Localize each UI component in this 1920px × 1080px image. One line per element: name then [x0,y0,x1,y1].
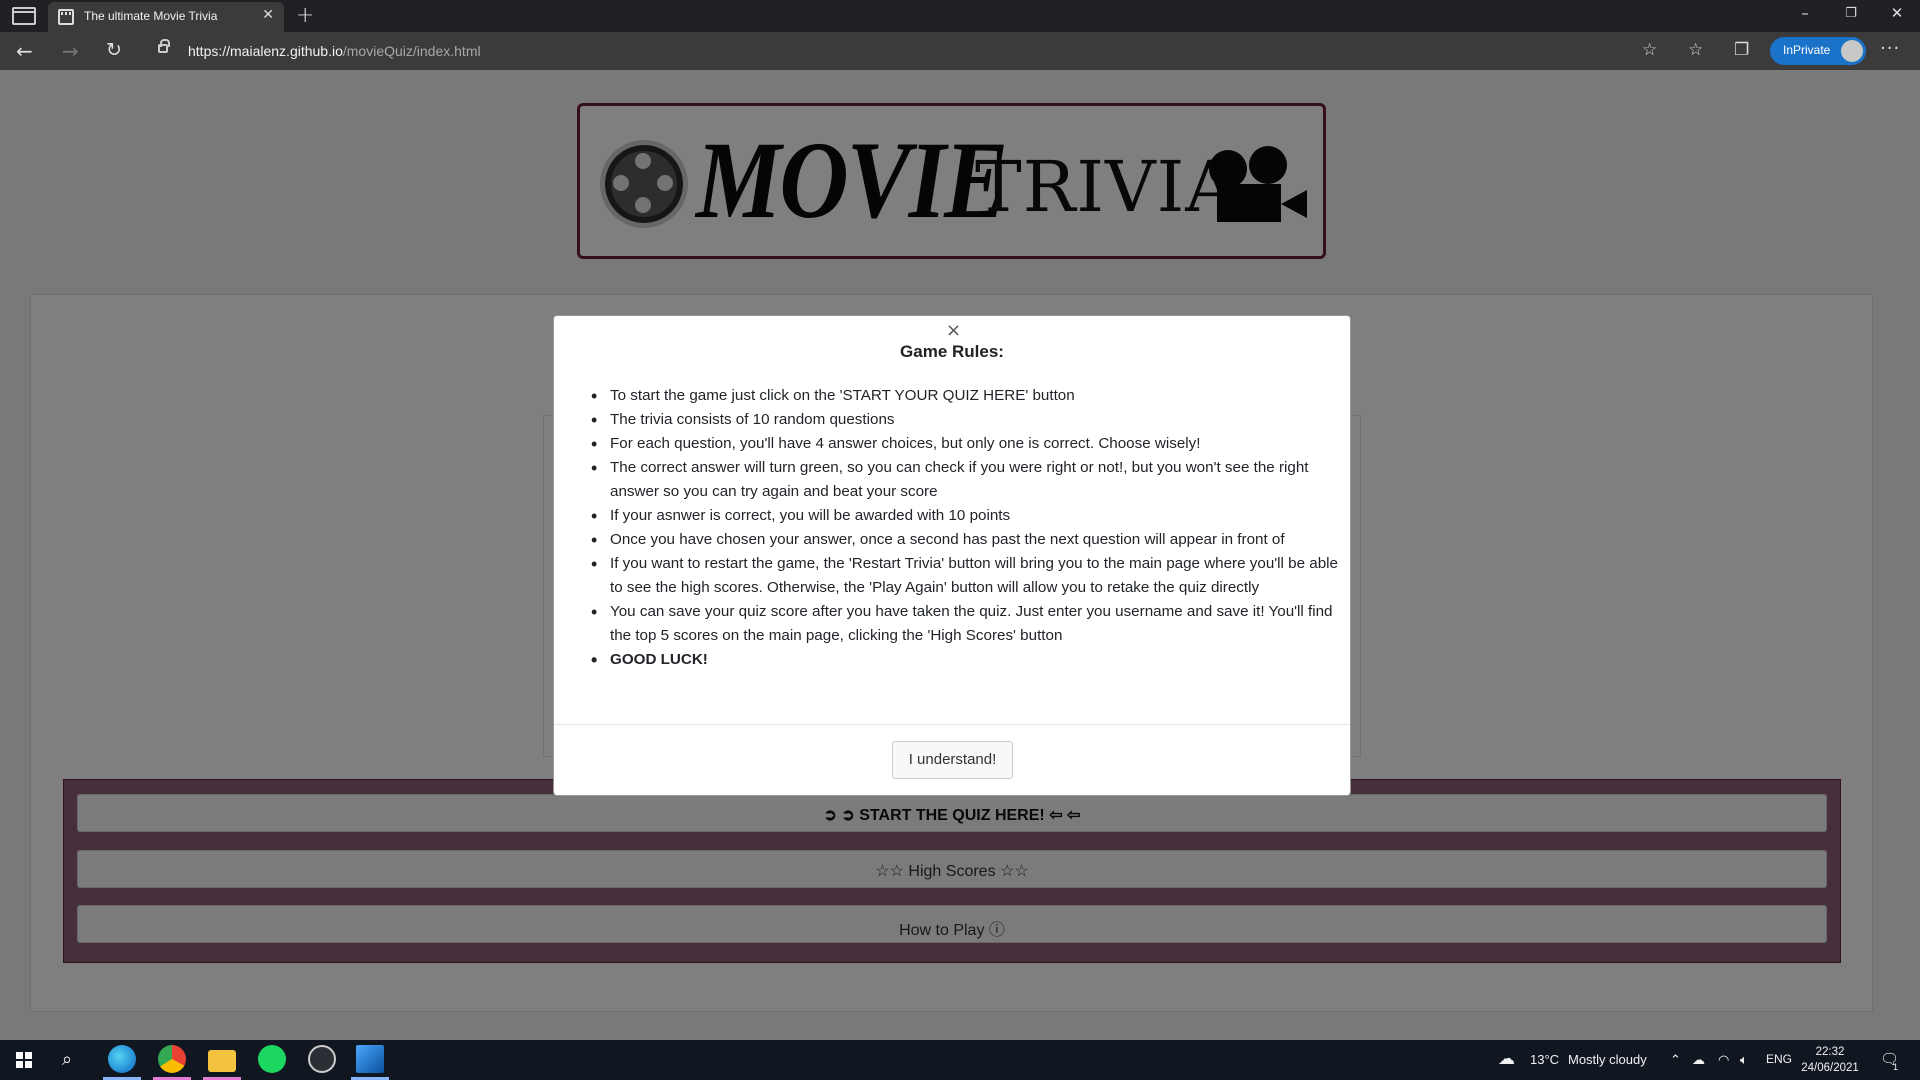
rule-item: The correct answer will turn green, so y… [591,456,1338,504]
file-explorer-icon[interactable] [208,1050,236,1072]
rules-list: To start the game just click on the 'STA… [591,384,1338,672]
edge-icon[interactable] [108,1045,136,1073]
close-tab-icon[interactable]: ✕ [262,7,274,23]
refresh-icon[interactable]: ↻ [106,39,122,61]
add-favorite-icon[interactable]: ☆ [1642,40,1657,60]
weather-cloud-sun-icon: ☁ [1498,1049,1515,1068]
rule-item: Once you have chosen your answer, once a… [591,528,1338,552]
onedrive-cloud-icon[interactable]: ☁ [1692,1052,1705,1068]
rule-item: If you want to restart the game, the 'Re… [591,552,1338,600]
rule-item: You can save your quiz score after you h… [591,600,1338,648]
minimize-icon[interactable]: – [1782,4,1828,22]
collections-icon[interactable]: ❐ [1734,40,1749,60]
more-menu-icon[interactable]: ··· [1880,38,1900,59]
volume-icon[interactable]: 🔈︎ [1740,1052,1748,1068]
rule-item-good-luck: GOOD LUCK! [591,648,1338,672]
browser-navbar: ← → ↻ https://maialenz.github.io/movieQu… [0,32,1920,70]
tab-title: The ultimate Movie Trivia [84,9,218,23]
url-text: https://maialenz.github.io/movieQuiz/ind… [188,43,481,59]
tab-actions-icon[interactable] [12,7,36,25]
restore-icon[interactable]: ❐ [1828,6,1874,21]
rule-item: If your asnwer is correct, you will be a… [591,504,1338,528]
address-bar[interactable]: https://maialenz.github.io/movieQuiz/ind… [150,35,1660,67]
lock-icon [158,39,170,53]
browser-tabbar: The ultimate Movie Trivia ✕ + – ❐ ✕ [0,0,1920,32]
modal-title: Game Rules: [900,342,1004,361]
page-viewport: MOVIE TRIVIA ➲ ➲ START THE QUIZ HERE! ⇦ … [0,70,1920,1040]
inprivate-label: InPrivate [1783,43,1831,57]
clock[interactable]: 22:32 24/06/2021 [1800,1044,1860,1076]
photos-icon[interactable] [356,1045,384,1073]
windows-taskbar: ⌕ ☁ 13°C Mostly cloudy ⌃ ☁ ◠ 🔈︎ ENG 22:3… [0,1040,1920,1080]
modal-footer: I understand! [554,724,1350,797]
weather-temp[interactable]: 13°C [1530,1052,1559,1067]
rule-item: For each question, you'll have 4 answer … [591,432,1338,456]
rule-item: To start the game just click on the 'STA… [591,384,1338,408]
avatar [1841,40,1863,62]
clock-time: 22:32 [1815,1046,1845,1058]
weather-desc[interactable]: Mostly cloudy [1568,1052,1647,1067]
notification-count: 1 [1893,1062,1899,1072]
windows-start-icon[interactable] [16,1052,32,1068]
inprivate-badge[interactable]: InPrivate [1770,37,1866,65]
clock-date: 24/06/2021 [1801,1062,1859,1074]
wifi-icon[interactable]: ◠ [1718,1052,1729,1068]
forward-arrow-icon[interactable]: → [62,39,79,63]
language-indicator[interactable]: ENG [1766,1052,1792,1066]
back-arrow-icon[interactable]: ← [16,39,33,63]
close-icon[interactable]: × [946,320,961,341]
chrome-icon[interactable] [158,1045,186,1073]
understand-button[interactable]: I understand! [892,741,1013,779]
chevron-up-icon[interactable]: ⌃ [1670,1052,1681,1068]
browser-tab[interactable]: The ultimate Movie Trivia ✕ [48,2,284,32]
new-tab-icon[interactable]: + [296,3,314,28]
search-icon[interactable]: ⌕ [62,1049,72,1070]
satellite-app-icon[interactable] [308,1045,336,1073]
rule-item: The trivia consists of 10 random questio… [591,408,1338,432]
game-rules-modal: × Game Rules: To start the game just cli… [553,315,1351,796]
close-window-icon[interactable]: ✕ [1874,4,1920,22]
favorites-icon[interactable]: ☆ [1688,40,1703,60]
clapperboard-icon [58,9,74,25]
spotify-icon[interactable] [258,1045,286,1073]
